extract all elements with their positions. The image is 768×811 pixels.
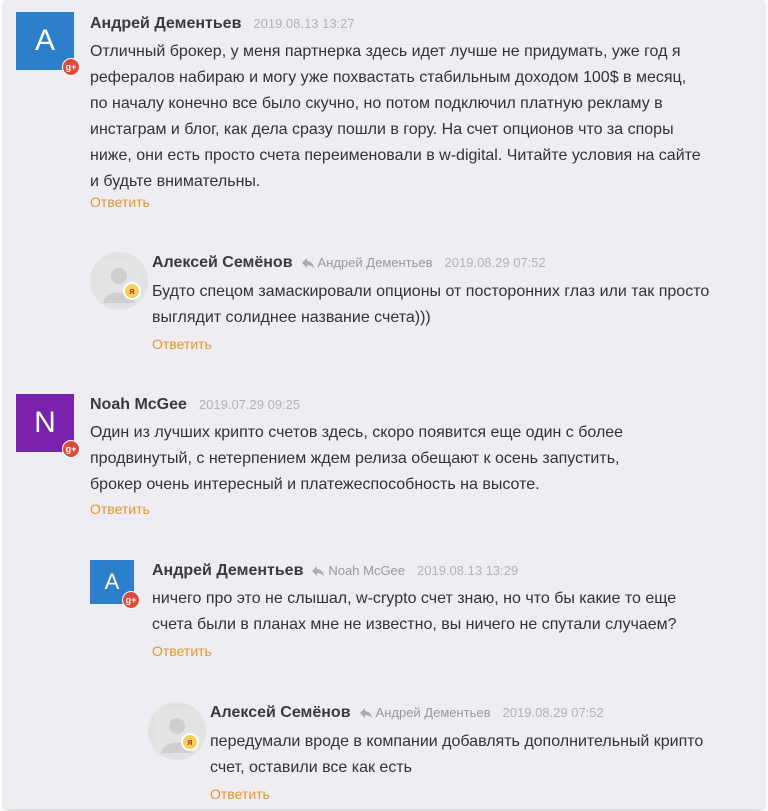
- comment-date: 2019.07.29 09:25: [198, 397, 301, 412]
- reply-to-name: Андрей Дементьев: [317, 255, 433, 270]
- comment-text: Будто спецом замаскировали опционы от по…: [152, 279, 709, 331]
- avatar: [148, 702, 206, 760]
- comment-author[interactable]: Андрей Дементьев: [90, 15, 241, 32]
- reply-to[interactable]: Андрей Дементьев: [301, 255, 433, 270]
- comment-reply: A g+ Андрей Дементьев Noah McGee 2019.08.1…: [90, 560, 760, 670]
- comment-date: 2019.08.13 13:29: [417, 563, 519, 578]
- reply-to[interactable]: Noah McGee: [311, 563, 405, 578]
- comment-header: Алексей Семёнов Андрей Дементьев 2019.08.2…: [152, 252, 546, 274]
- comment-text-line: ниже, они есть просто счета переименовал…: [90, 147, 701, 164]
- comment-author[interactable]: Алексей Семёнов: [152, 254, 293, 271]
- avatar: [90, 252, 148, 310]
- google-plus-icon: g+: [62, 440, 80, 458]
- comment-reply: я Алексей Семёнов Андрей Дементьев 2019.08…: [90, 252, 760, 362]
- yandex-icon: я: [181, 733, 199, 751]
- comment-text-line: Один из лучших крипто счетов здесь, скор…: [90, 424, 624, 441]
- comment-reply: я Алексей Семёнов Андрей Дементьев 2019.08…: [148, 702, 760, 806]
- comment-text-line: Будто спецом замаскировали опционы от по…: [152, 283, 710, 300]
- comment-text: Отличный брокер, у меня партнерка здесь …: [90, 39, 701, 195]
- reply-button[interactable]: Ответить: [90, 193, 150, 211]
- reply-to-name: Андрей Дементьев: [375, 705, 491, 720]
- reply-arrow-icon: [301, 258, 314, 269]
- reply-to[interactable]: Андрей Дементьев: [359, 705, 491, 720]
- comment-author[interactable]: Андрей Дементьев: [152, 562, 303, 579]
- comment-date: 2019.08.29 07:52: [502, 705, 604, 720]
- comment-author[interactable]: Noah McGee: [90, 396, 187, 413]
- reply-button[interactable]: Ответить: [152, 642, 212, 660]
- comment-text-line: продвинутый, с нетерпением ждем релиза о…: [90, 450, 620, 467]
- comment-date: 2019.08.13 13:27: [253, 16, 355, 31]
- comment-text-line: рефералов набираю и могу уже похвастать …: [90, 69, 687, 86]
- reply-arrow-icon: [359, 708, 372, 719]
- comment-text-line: и будьте внимательны.: [90, 173, 261, 190]
- comment: A g+ Андрей Дементьев 2019.08.13 13:27 От…: [16, 12, 756, 212]
- comment-header: Андрей Дементьев 2019.08.13 13:27: [90, 13, 355, 35]
- google-plus-icon: g+: [122, 591, 140, 609]
- reply-to-name: Noah McGee: [328, 563, 406, 578]
- comment-text-line: по началу конечно все было скучно, но по…: [90, 95, 663, 112]
- comment-text-line: выглядит солиднее название счета))): [152, 309, 431, 326]
- comment-text-line: счет, оставили все как есть: [210, 759, 412, 776]
- comment-text: ничего про это не слышал, w-crypto счет …: [152, 586, 676, 638]
- reply-arrow-icon: [312, 566, 325, 577]
- comment-date: 2019.08.29 07:52: [444, 255, 546, 270]
- yandex-icon: я: [123, 282, 141, 300]
- reply-button[interactable]: Ответить: [152, 335, 212, 353]
- comment-text-line: Отличный брокер, у меня партнерка здесь …: [90, 43, 681, 60]
- comments-panel: A g+ Андрей Дементьев 2019.08.13 13:27 От…: [4, 0, 764, 809]
- comment: N g+ Noah McGee 2019.07.29 09:25 Один из …: [16, 394, 756, 524]
- comment-text-line: счета были в планах мне не известно, вы …: [152, 616, 677, 633]
- comment-text-line: брокер очень интересный и платежеспособн…: [90, 476, 540, 493]
- comment-text-line: инстаграм и блог, как дела сразу пошли в…: [90, 121, 674, 138]
- comment-header: Алексей Семёнов Андрей Дементьев 2019.08.2…: [210, 702, 604, 724]
- comment-text: передумали вроде в компании добавлять до…: [210, 729, 703, 781]
- comment-author[interactable]: Алексей Семёнов: [210, 704, 351, 721]
- reply-button[interactable]: Ответить: [210, 785, 270, 803]
- comment-text-line: ничего про это не слышал, w-crypto счет …: [152, 590, 677, 607]
- comment-header: Андрей Дементьев Noah McGee 2019.08.13 13:…: [152, 560, 518, 582]
- google-plus-icon: g+: [62, 58, 80, 76]
- reply-button[interactable]: Ответить: [90, 500, 150, 518]
- comment-header: Noah McGee 2019.07.29 09:25: [90, 394, 300, 416]
- comment-text: Один из лучших крипто счетов здесь, скор…: [90, 420, 623, 498]
- comment-text-line: передумали вроде в компании добавлять до…: [210, 733, 704, 750]
